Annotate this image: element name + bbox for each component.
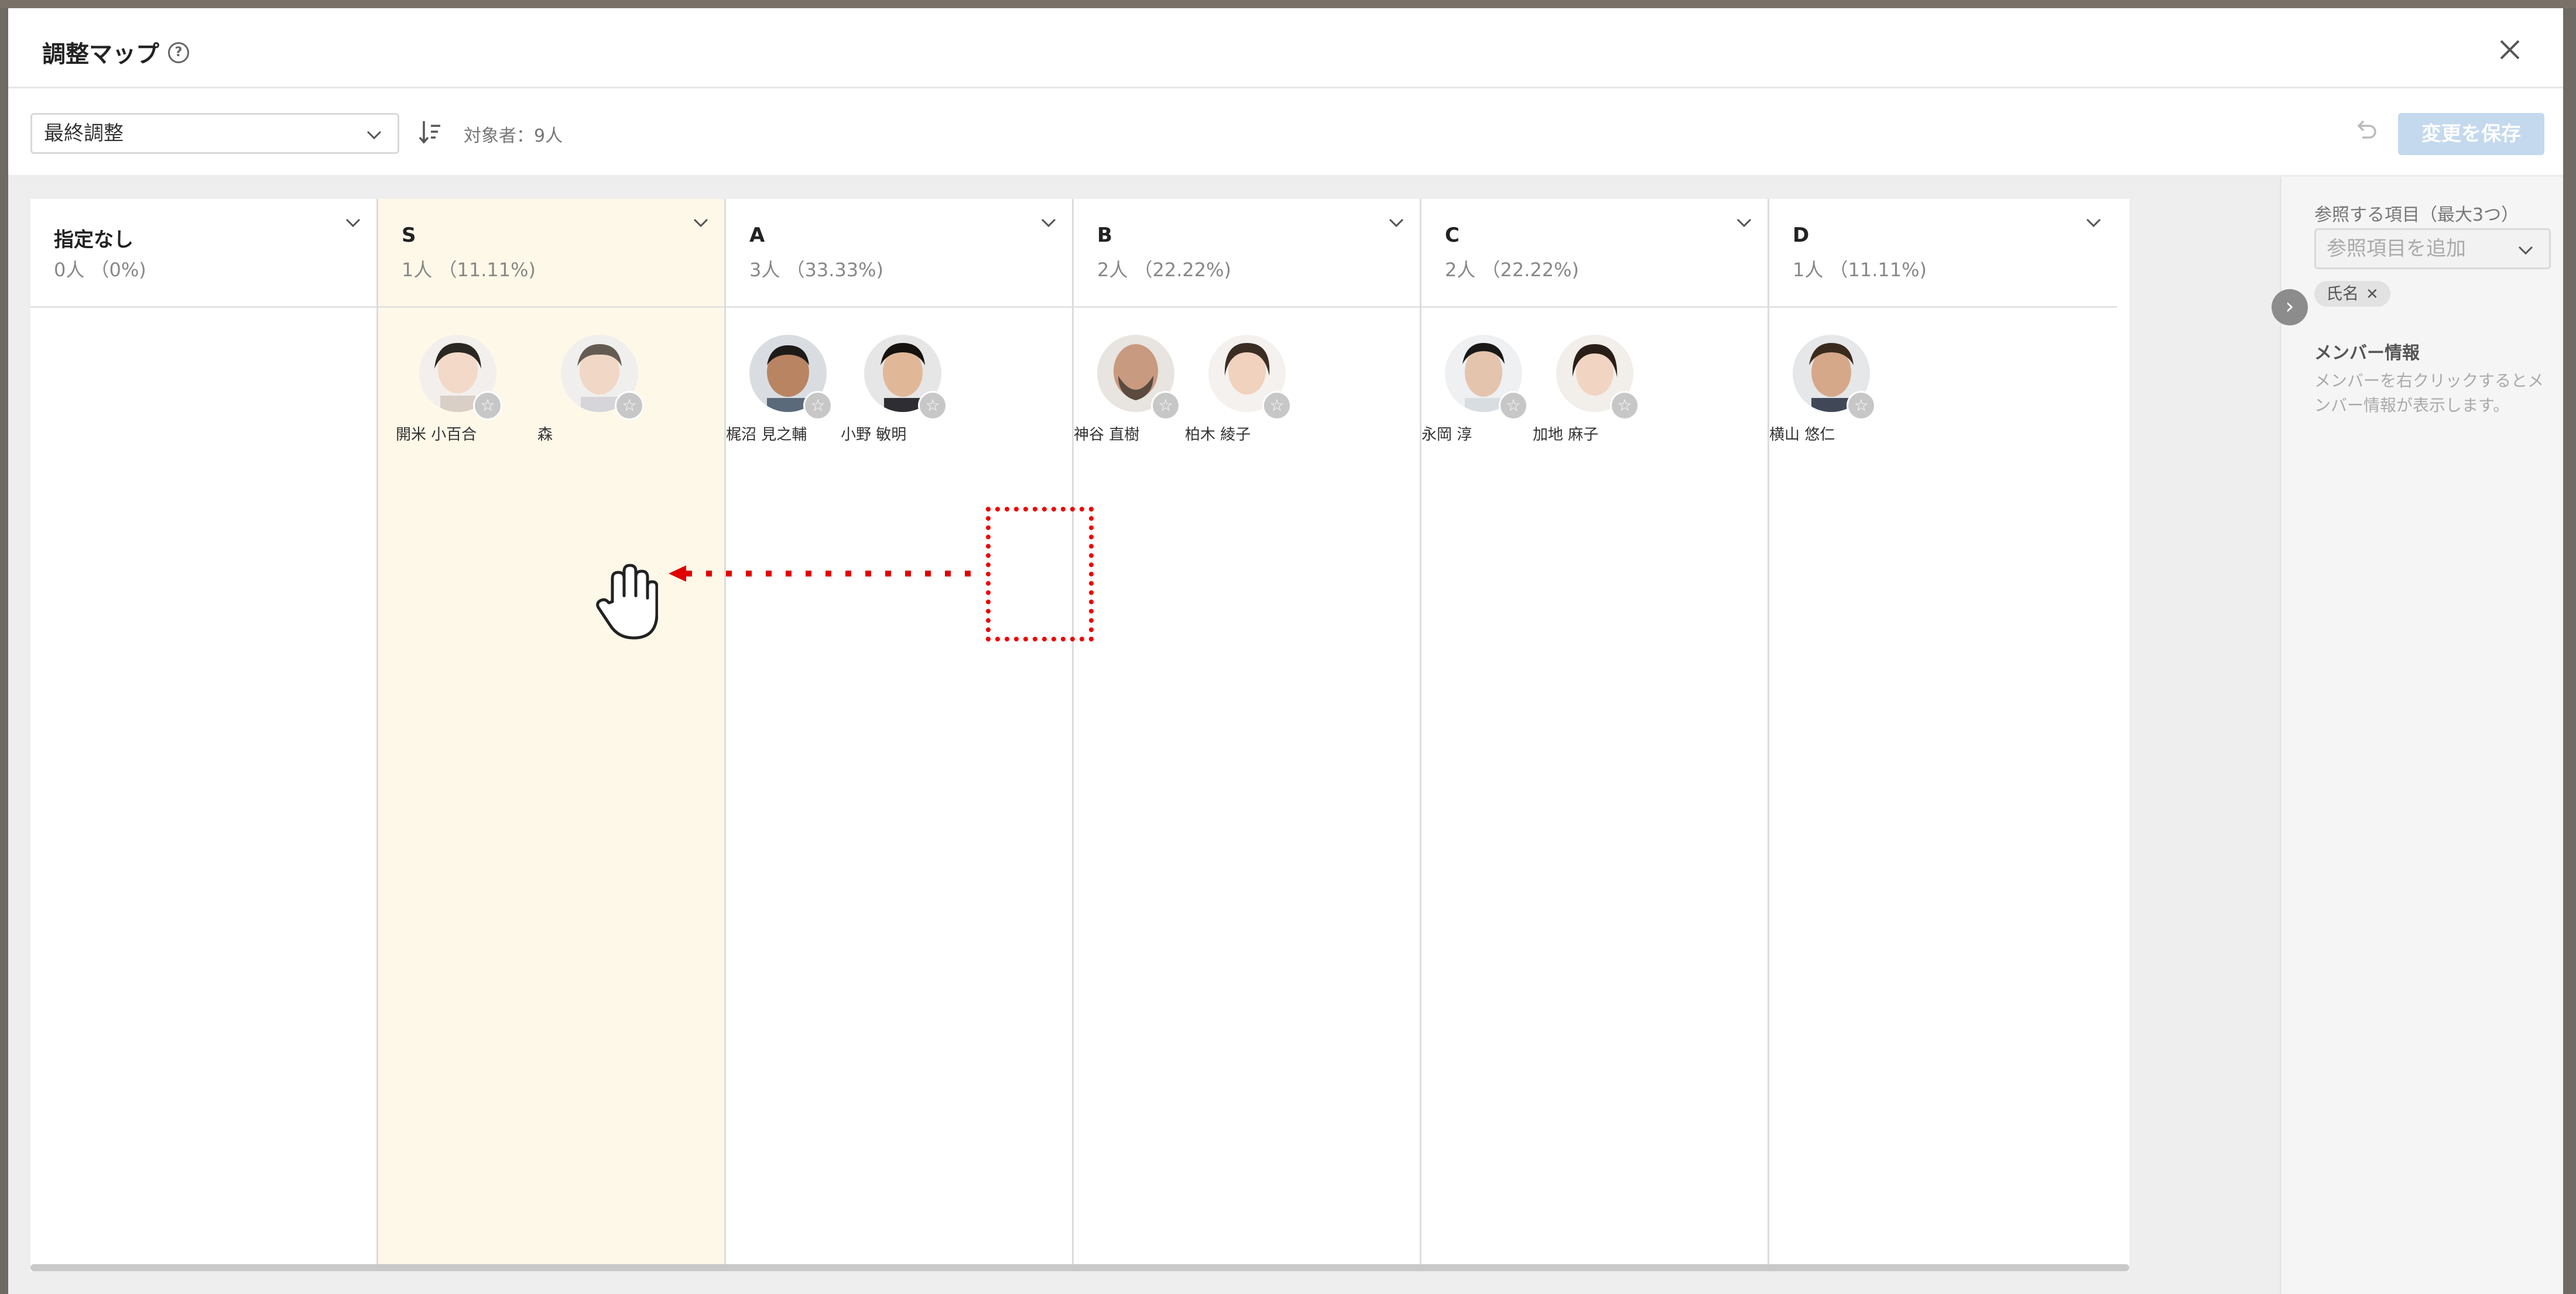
member-card[interactable]: ☆ 小野 敏明 — [841, 335, 947, 452]
chevron-down-icon[interactable] — [1736, 214, 1752, 231]
adjustment-map-modal: 調整マップ ? 最終調整 対象者：9人 変更を保存 指定なし 0人 （0%) S… — [8, 8, 2563, 1294]
column-count: 0人 （0%) — [54, 259, 146, 281]
column-name: B — [1097, 224, 1112, 247]
column-header: 指定なし 0人 （0%) — [30, 199, 376, 308]
drag-source-placeholder — [986, 507, 1094, 641]
column-name: D — [1793, 224, 1810, 247]
chevron-down-icon[interactable] — [2085, 214, 2102, 231]
column-s[interactable]: S 1人 （11.11%) ☆ 開米 小百合 ☆ 森 — [378, 199, 726, 1271]
member-name: 森 — [537, 426, 553, 444]
member-info-text: メンバーを右クリックするとメンバー情報が表示します。 — [2314, 371, 2544, 415]
reference-items-label: 参照する項目（最大3つ） — [2314, 205, 2519, 225]
drag-arrow-icon — [669, 565, 985, 582]
undo-icon[interactable] — [2353, 118, 2379, 143]
member-card[interactable]: ☆ 梶沼 見之輔 — [726, 335, 833, 452]
star-icon[interactable]: ☆ — [1499, 391, 1528, 420]
sort-icon[interactable] — [418, 119, 441, 146]
work-area: 指定なし 0人 （0%) S 1人 （11.11%) ☆ 開米 小百合 ☆ 森 … — [8, 177, 2280, 1294]
column-count: 1人 （11.11%) — [402, 259, 536, 281]
member-card[interactable]: ☆ 横山 悠仁 — [1769, 335, 1876, 452]
modal-title: 調整マップ — [42, 41, 159, 68]
member-card[interactable]: ☆ 加地 麻子 — [1533, 335, 1639, 452]
modal-header: 調整マップ ? — [8, 8, 2563, 88]
member-name: 梶沼 見之輔 — [726, 426, 807, 444]
star-icon[interactable]: ☆ — [1262, 391, 1292, 420]
right-panel: 参照する項目（最大3つ） 参照項目を追加 氏名 ✕ メンバー情報 メンバーを右クリ… — [2280, 177, 2563, 1294]
star-icon[interactable]: ☆ — [615, 391, 644, 420]
column-d[interactable]: D 1人 （11.11%) ☆ 横山 悠仁 — [1769, 199, 2117, 1271]
background-app — [0, 0, 2576, 8]
member-name: 開米 小百合 — [396, 426, 477, 444]
column-count: 3人 （33.33%) — [749, 259, 884, 281]
member-name: 加地 麻子 — [1533, 426, 1599, 444]
target-count: 対象者：9人 — [464, 126, 563, 146]
member-name: 神谷 直樹 — [1074, 426, 1140, 444]
save-changes-button[interactable]: 変更を保存 — [2398, 113, 2544, 155]
member-info-title: メンバー情報 — [2314, 343, 2420, 363]
column-c[interactable]: C 2人 （22.22%) ☆ 永岡 淳 ☆ 加地 麻子 — [1421, 199, 1769, 1271]
member-name: 小野 敏明 — [841, 426, 907, 444]
reference-chip: 氏名 ✕ — [2314, 281, 2390, 307]
chevron-down-icon[interactable] — [693, 214, 709, 231]
column-count: 2人 （22.22%) — [1097, 259, 1232, 281]
member-card[interactable]: ☆ 柏木 綾子 — [1185, 335, 1292, 452]
collapse-panel-icon[interactable]: › — [2272, 289, 2308, 325]
chevron-down-icon[interactable] — [1388, 214, 1405, 231]
column-count: 2人 （22.22%) — [1445, 259, 1580, 281]
star-icon[interactable]: ☆ — [1847, 391, 1876, 420]
column-name: A — [749, 224, 765, 247]
grab-hand-icon — [596, 564, 658, 640]
star-icon[interactable]: ☆ — [1610, 391, 1639, 420]
column-a[interactable]: A 3人 （33.33%) ☆ 梶沼 見之輔 ☆ 小野 敏明 — [726, 199, 1074, 1271]
column-header: B 2人 （22.22%) — [1074, 199, 1420, 308]
chevron-down-icon — [366, 131, 382, 140]
member-name: 柏木 綾子 — [1185, 426, 1251, 444]
column-name: 指定なし — [54, 228, 133, 252]
column-name: C — [1445, 224, 1460, 247]
grade-board: 指定なし 0人 （0%) S 1人 （11.11%) ☆ 開米 小百合 ☆ 森 … — [30, 199, 2129, 1271]
chevron-down-icon[interactable] — [1040, 214, 1057, 231]
chevron-down-icon[interactable] — [345, 214, 361, 231]
horizontal-scrollbar[interactable] — [30, 1264, 2129, 1271]
column-b[interactable]: B 2人 （22.22%) ☆ 神谷 直樹 ☆ 柏木 綾子 — [1074, 199, 1421, 1271]
reference-item-placeholder: 参照項目を追加 — [2327, 237, 2466, 260]
close-icon[interactable] — [2499, 39, 2521, 61]
star-icon[interactable]: ☆ — [918, 391, 947, 420]
stage-select-value: 最終調整 — [44, 122, 124, 145]
member-card-dragging[interactable]: ☆ 森 — [537, 335, 644, 452]
member-name: 永岡 淳 — [1421, 426, 1472, 444]
toolbar: 最終調整 対象者：9人 変更を保存 — [8, 88, 2563, 177]
chevron-down-icon — [2518, 246, 2533, 255]
help-icon[interactable]: ? — [168, 42, 189, 63]
stage-select[interactable]: 最終調整 — [30, 113, 399, 154]
column-header: A 3人 （33.33%) — [726, 199, 1072, 308]
star-icon[interactable]: ☆ — [473, 391, 502, 420]
column-header: S 1人 （11.11%) — [378, 199, 724, 308]
star-icon[interactable]: ☆ — [1151, 391, 1180, 420]
member-card[interactable]: ☆ 開米 小百合 — [396, 335, 502, 452]
reference-item-select[interactable]: 参照項目を追加 — [2314, 228, 2551, 269]
column-unassigned[interactable]: 指定なし 0人 （0%) — [30, 199, 378, 1271]
column-count: 1人 （11.11%) — [1793, 259, 1927, 281]
member-card[interactable]: ☆ 神谷 直樹 — [1074, 335, 1180, 452]
star-icon[interactable]: ☆ — [803, 391, 833, 420]
column-header: D 1人 （11.11%) — [1769, 199, 2117, 308]
remove-chip-icon[interactable]: ✕ — [2366, 286, 2379, 303]
chip-label: 氏名 — [2326, 284, 2359, 303]
member-card[interactable]: ☆ 永岡 淳 — [1421, 335, 1528, 452]
column-name: S — [402, 224, 416, 247]
member-name: 横山 悠仁 — [1769, 426, 1835, 444]
column-header: C 2人 （22.22%) — [1421, 199, 1767, 308]
